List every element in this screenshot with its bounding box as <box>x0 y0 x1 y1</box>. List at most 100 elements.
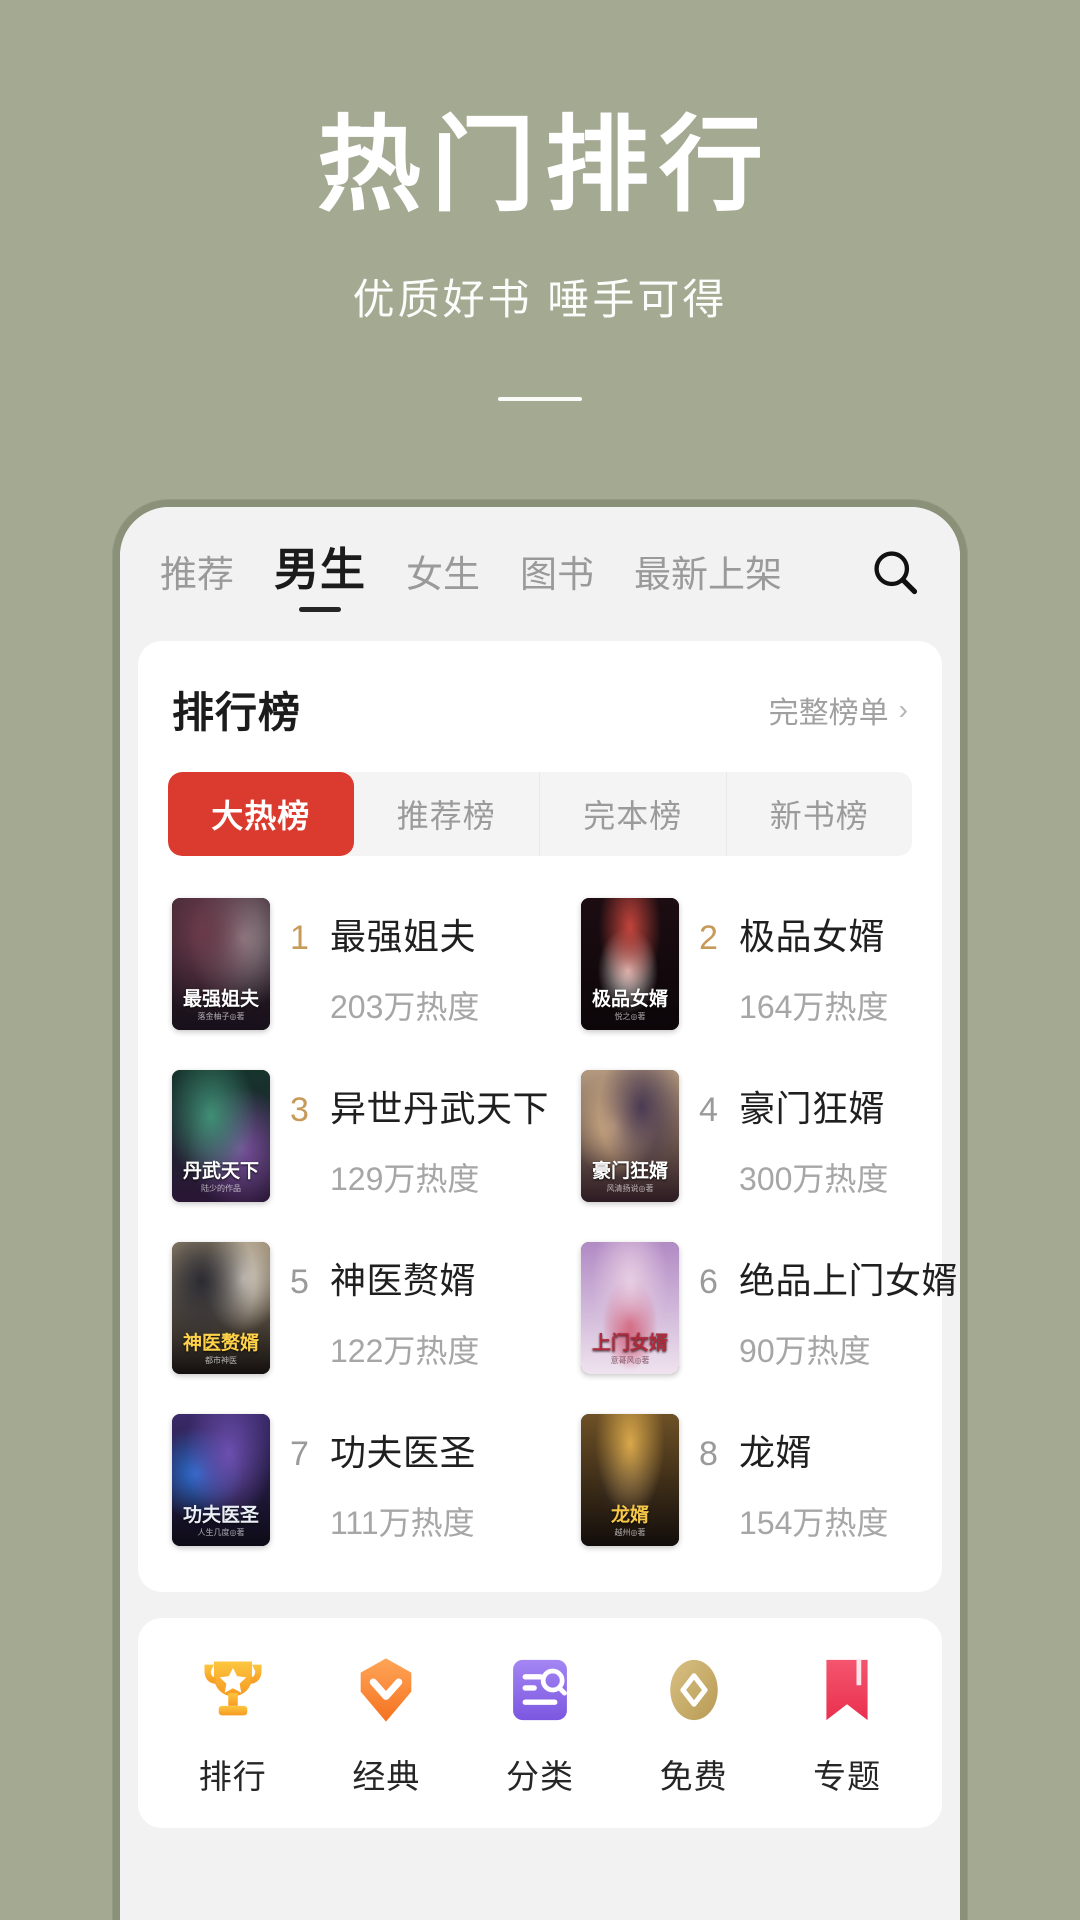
tab-zuixinshangjia[interactable]: 最新上架 <box>634 544 782 612</box>
app-screen: 推荐 男生 女生 图书 最新上架 排行榜 完整榜单 › 大热榜 推荐榜 完本榜 … <box>120 507 960 1920</box>
book-heat: 90万热度 <box>739 1333 871 1369</box>
cover-title: 丹武天下 <box>182 1161 259 1183</box>
page-subtitle: 优质好书 唾手可得 <box>352 276 728 324</box>
book-heat: 154万热度 <box>739 1505 889 1541</box>
book-title: 绝品上门女婿 <box>739 1260 959 1301</box>
book-list-item[interactable]: 神医赘婿 都市神医 5 神医赘婿 122万热度 <box>168 1222 553 1394</box>
cover-author: 人生几度◎著 <box>197 1528 245 1537</box>
book-cover: 功夫医圣 人生几度◎著 <box>172 1414 270 1546</box>
trophy-icon <box>204 1661 262 1716</box>
diamond-chevron-icon <box>361 1658 412 1722</box>
nav-item-zhuanti[interactable]: 专题 <box>772 1652 922 1798</box>
book-info: 3 异世丹武天下 129万热度 <box>290 1070 549 1200</box>
tab-tushu[interactable]: 图书 <box>520 544 594 612</box>
full-ranking-link[interactable]: 完整榜单 › <box>769 688 908 732</box>
book-info: 4 豪门狂婿 300万热度 <box>699 1070 888 1200</box>
book-heat: 203万热度 <box>330 989 480 1025</box>
chevron-right-icon: › <box>898 693 908 725</box>
book-info: 1 最强姐夫 203万热度 <box>290 898 479 1028</box>
filter-tab-darebang[interactable]: 大热榜 <box>168 772 354 856</box>
tab-nansheng[interactable]: 男生 <box>274 533 366 612</box>
filter-tab-tuijianbang[interactable]: 推荐榜 <box>354 772 540 856</box>
nav-item-jingdian[interactable]: 经典 <box>311 1652 461 1798</box>
cover-author: 越州◎著 <box>614 1528 646 1537</box>
coin-icon <box>669 1659 718 1721</box>
hero-section: 热门排行 优质好书 唾手可得 <box>0 0 1080 402</box>
filter-tab-xinshubang[interactable]: 新书榜 <box>727 772 913 856</box>
search-icon <box>874 551 918 595</box>
top-tabs-list: 推荐 男生 女生 图书 最新上架 <box>160 533 844 612</box>
book-info: 6 绝品上门女婿 90万热度 <box>699 1242 958 1372</box>
nav-label: 经典 <box>352 1758 421 1795</box>
cover-title: 神医赘婿 <box>182 1333 259 1355</box>
book-list-item[interactable]: 最强姐夫 落金柚子◎著 1 最强姐夫 203万热度 <box>168 878 553 1050</box>
nav-item-fenlei[interactable]: 分类 <box>465 1652 615 1798</box>
book-rank-number: 1 <box>290 919 309 957</box>
ranking-filter-tabs: 大热榜 推荐榜 完本榜 新书榜 <box>168 772 912 856</box>
ranking-header: 排行榜 完整榜单 › <box>168 679 912 740</box>
cover-author: 风清扬说◎著 <box>606 1184 654 1193</box>
book-cover: 丹武天下 陆少的作品 <box>172 1070 270 1202</box>
book-list-item[interactable]: 上门女婿 意哥风◎著 6 绝品上门女婿 90万热度 <box>577 1222 960 1394</box>
cover-title: 龙婿 <box>611 1505 650 1527</box>
book-title: 极品女婿 <box>739 916 886 957</box>
book-title: 功夫医圣 <box>330 1432 477 1473</box>
book-list-item[interactable]: 龙婿 越州◎著 8 龙婿 154万热度 <box>577 1394 960 1566</box>
ranking-title: 排行榜 <box>172 689 302 736</box>
book-cover: 最强姐夫 落金柚子◎著 <box>172 898 270 1030</box>
nav-item-paihang[interactable]: 排行 <box>158 1652 308 1798</box>
cover-title: 上门女婿 <box>592 1333 669 1355</box>
book-cover: 极品女婿 悦之◎著 <box>581 898 680 1030</box>
nav-label: 免费 <box>659 1758 728 1795</box>
book-heat: 164万热度 <box>739 989 889 1025</box>
book-heat: 111万热度 <box>330 1505 475 1541</box>
nav-label: 分类 <box>505 1758 574 1795</box>
book-list-item[interactable]: 丹武天下 陆少的作品 3 异世丹武天下 129万热度 <box>168 1050 553 1222</box>
full-ranking-label: 完整榜单 <box>768 696 889 730</box>
book-rank-number: 2 <box>699 919 718 957</box>
book-heat: 129万热度 <box>330 1161 480 1197</box>
nav-item-mianfei[interactable]: 免费 <box>619 1652 769 1798</box>
search-button[interactable] <box>858 535 932 609</box>
book-info: 8 龙婿 154万热度 <box>699 1414 888 1544</box>
book-info: 7 功夫医圣 111万热度 <box>290 1414 476 1544</box>
tab-nvsheng[interactable]: 女生 <box>406 544 480 612</box>
book-list-item[interactable]: 豪门狂婿 风清扬说◎著 4 豪门狂婿 300万热度 <box>577 1050 960 1222</box>
book-rank-number: 4 <box>699 1091 718 1129</box>
page-title: 热门排行 <box>316 108 773 224</box>
nav-label: 排行 <box>198 1758 267 1795</box>
category-search-icon <box>513 1659 567 1721</box>
book-heat: 122万热度 <box>330 1333 480 1369</box>
book-list-item[interactable]: 极品女婿 悦之◎著 2 极品女婿 164万热度 <box>577 878 960 1050</box>
book-rank-number: 3 <box>290 1091 309 1129</box>
tab-tuijian[interactable]: 推荐 <box>160 544 234 612</box>
book-info: 2 极品女婿 164万热度 <box>699 898 888 1028</box>
cover-author: 意哥风◎著 <box>610 1356 650 1365</box>
phone-mockup: 推荐 男生 女生 图书 最新上架 排行榜 完整榜单 › 大热榜 推荐榜 完本榜 … <box>113 500 967 1920</box>
book-info: 5 神医赘婿 122万热度 <box>290 1242 479 1372</box>
book-title: 龙婿 <box>739 1432 813 1473</box>
filter-tab-wanbenbang[interactable]: 完本榜 <box>540 772 727 856</box>
book-cover: 龙婿 越州◎著 <box>581 1414 680 1546</box>
cover-author: 落金柚子◎著 <box>197 1012 245 1021</box>
bottom-nav-card: 排行 经典 分类 免费 专题 <box>138 1618 942 1828</box>
cover-title: 豪门狂婿 <box>592 1161 669 1183</box>
hero-divider <box>498 397 582 402</box>
book-rank-number: 7 <box>290 1435 309 1473</box>
top-tab-bar: 推荐 男生 女生 图书 最新上架 <box>138 507 942 637</box>
book-title: 最强姐夫 <box>330 916 477 957</box>
book-title: 豪门狂婿 <box>739 1088 886 1129</box>
book-rank-number: 8 <box>699 1435 718 1473</box>
cover-title: 最强姐夫 <box>182 989 259 1011</box>
ranking-card: 排行榜 完整榜单 › 大热榜 推荐榜 完本榜 新书榜 最强姐夫 落金柚子◎著 1… <box>138 641 958 1592</box>
book-title: 异世丹武天下 <box>330 1088 550 1129</box>
book-heat: 300万热度 <box>739 1161 889 1197</box>
nav-label: 专题 <box>813 1758 882 1795</box>
bookmark-icon <box>826 1659 868 1721</box>
cover-author: 悦之◎著 <box>614 1012 646 1021</box>
cover-author: 都市神医 <box>205 1356 237 1365</box>
cover-author: 陆少的作品 <box>201 1184 241 1193</box>
book-list-item[interactable]: 功夫医圣 人生几度◎著 7 功夫医圣 111万热度 <box>168 1394 553 1566</box>
cover-title: 功夫医圣 <box>182 1505 259 1527</box>
book-cover: 上门女婿 意哥风◎著 <box>581 1242 680 1374</box>
